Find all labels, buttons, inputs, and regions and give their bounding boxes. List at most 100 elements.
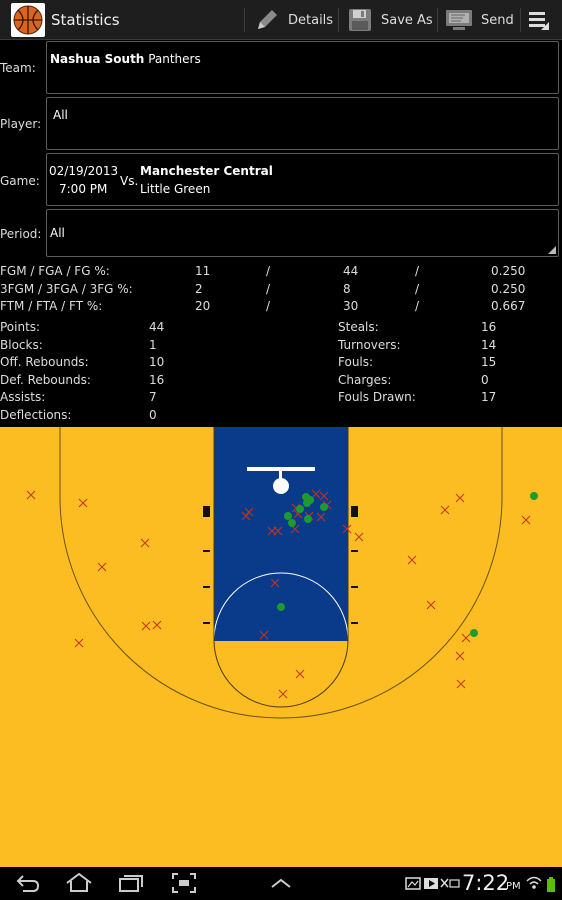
fouls-drawn-value: 17 bbox=[481, 390, 497, 404]
fg-separator: / bbox=[415, 264, 420, 278]
period-spinner[interactable]: All bbox=[46, 209, 559, 257]
basketball-icon bbox=[13, 5, 43, 35]
ft-separator: / bbox=[266, 299, 271, 313]
pencil-icon bbox=[258, 10, 277, 29]
3fg-attempted: 8 bbox=[343, 282, 351, 296]
steals-label: Steals: bbox=[338, 320, 379, 334]
game-opponent: Manchester Central bbox=[140, 164, 273, 178]
action-divider bbox=[520, 8, 521, 32]
team-mascot: Panthers bbox=[148, 52, 201, 66]
overflow-menu-button[interactable] bbox=[526, 0, 552, 40]
rim bbox=[273, 478, 289, 494]
backboard bbox=[247, 467, 315, 471]
save-icon bbox=[349, 9, 371, 31]
back-icon[interactable] bbox=[15, 871, 41, 895]
hash-mark bbox=[203, 586, 210, 588]
deflections-label: Deflections: bbox=[0, 408, 72, 422]
block-marker-right bbox=[351, 506, 358, 517]
assists-label: Assists: bbox=[0, 390, 46, 404]
fg-made: 11 bbox=[195, 264, 211, 278]
3fg-pct: 0.250 bbox=[491, 282, 526, 296]
def-rebounds-value: 16 bbox=[149, 373, 165, 387]
period-label: Period: bbox=[0, 227, 42, 241]
made-shot-marker bbox=[470, 629, 478, 637]
3fg-separator: / bbox=[415, 282, 420, 296]
save-as-label: Save As bbox=[381, 12, 433, 28]
fg-pct: 0.250 bbox=[491, 264, 526, 278]
notification-icons bbox=[405, 877, 460, 890]
block-marker-left bbox=[203, 506, 210, 517]
app-icon[interactable] bbox=[11, 3, 45, 37]
game-time: 7:00 PM bbox=[59, 182, 108, 196]
wifi-battery-icon bbox=[526, 876, 555, 892]
screenshot-icon[interactable] bbox=[170, 871, 198, 895]
save-as-button[interactable]: Save As bbox=[347, 0, 433, 40]
team-label: Team: bbox=[0, 61, 36, 75]
off-rebounds-value: 10 bbox=[149, 355, 165, 369]
action-divider bbox=[437, 8, 438, 32]
made-shot-marker bbox=[530, 492, 538, 500]
made-shot-marker bbox=[306, 496, 314, 504]
ft-made: 20 bbox=[195, 299, 211, 313]
3fg-made: 2 bbox=[195, 282, 203, 296]
status-ampm: PM bbox=[506, 881, 521, 892]
fouls-label: Fouls: bbox=[338, 355, 374, 369]
recent-apps-icon[interactable] bbox=[117, 871, 145, 895]
deflections-value: 0 bbox=[149, 408, 157, 422]
shot-chart-court[interactable] bbox=[0, 427, 562, 867]
send-icon bbox=[446, 10, 472, 30]
3fg-label: 3FGM / 3FGA / 3FG %: bbox=[0, 282, 133, 296]
ft-attempted: 30 bbox=[343, 299, 359, 313]
system-nav-bar: 7:22 PM bbox=[0, 867, 562, 900]
period-value: All bbox=[50, 226, 65, 240]
charges-value: 0 bbox=[481, 373, 489, 387]
ft-label: FTM / FTA / FT %: bbox=[0, 299, 103, 313]
player-value: All bbox=[53, 108, 68, 122]
ft-pct: 0.667 bbox=[491, 299, 526, 313]
details-label: Details bbox=[288, 12, 334, 28]
app-title: Statistics bbox=[51, 11, 120, 29]
fg-separator: / bbox=[266, 264, 271, 278]
status-clock: 7:22 bbox=[462, 871, 510, 895]
action-divider bbox=[244, 8, 245, 32]
made-shot-marker bbox=[320, 503, 328, 511]
points-value: 44 bbox=[149, 320, 165, 334]
off-rebounds-label: Off. Rebounds: bbox=[0, 355, 89, 369]
send-label: Send bbox=[481, 12, 514, 28]
chevron-up-icon[interactable] bbox=[268, 871, 294, 895]
fouls-value: 15 bbox=[481, 355, 497, 369]
team-school: Nashua South bbox=[50, 52, 145, 66]
game-opponent-sub: Little Green bbox=[140, 182, 211, 196]
team-value: Nashua South Panthers bbox=[50, 52, 201, 66]
player-field[interactable]: All bbox=[46, 97, 559, 150]
game-date: 02/19/2013 bbox=[49, 164, 119, 178]
game-label: Game: bbox=[0, 174, 40, 188]
ft-separator: / bbox=[415, 299, 420, 313]
made-shot-marker bbox=[304, 515, 312, 523]
team-field[interactable]: Nashua South Panthers bbox=[46, 41, 559, 94]
made-shot-marker bbox=[288, 519, 296, 527]
hash-mark bbox=[351, 622, 358, 624]
fg-label: FGM / FGA / FG %: bbox=[0, 264, 110, 278]
action-divider bbox=[338, 8, 339, 32]
send-button[interactable]: Send bbox=[445, 0, 514, 40]
home-icon[interactable] bbox=[64, 871, 94, 895]
fouls-drawn-label: Fouls Drawn: bbox=[338, 390, 416, 404]
game-vs: Vs. bbox=[120, 174, 139, 188]
hash-mark bbox=[203, 622, 210, 624]
turnovers-value: 14 bbox=[481, 338, 497, 352]
fg-attempted: 44 bbox=[343, 264, 359, 278]
steals-value: 16 bbox=[481, 320, 497, 334]
hash-mark bbox=[351, 586, 358, 588]
details-button[interactable]: Details bbox=[254, 0, 333, 40]
made-shot-marker bbox=[277, 603, 285, 611]
def-rebounds-label: Def. Rebounds: bbox=[0, 373, 91, 387]
blocks-value: 1 bbox=[149, 338, 157, 352]
blocks-label: Blocks: bbox=[0, 338, 43, 352]
hash-mark bbox=[203, 550, 210, 552]
charges-label: Charges: bbox=[338, 373, 392, 387]
game-field[interactable]: 02/19/2013 7:00 PM Vs. Manchester Centra… bbox=[46, 153, 559, 206]
action-bar: Statistics Details Save As Send bbox=[0, 0, 562, 40]
points-label: Points: bbox=[0, 320, 41, 334]
turnovers-label: Turnovers: bbox=[338, 338, 401, 352]
